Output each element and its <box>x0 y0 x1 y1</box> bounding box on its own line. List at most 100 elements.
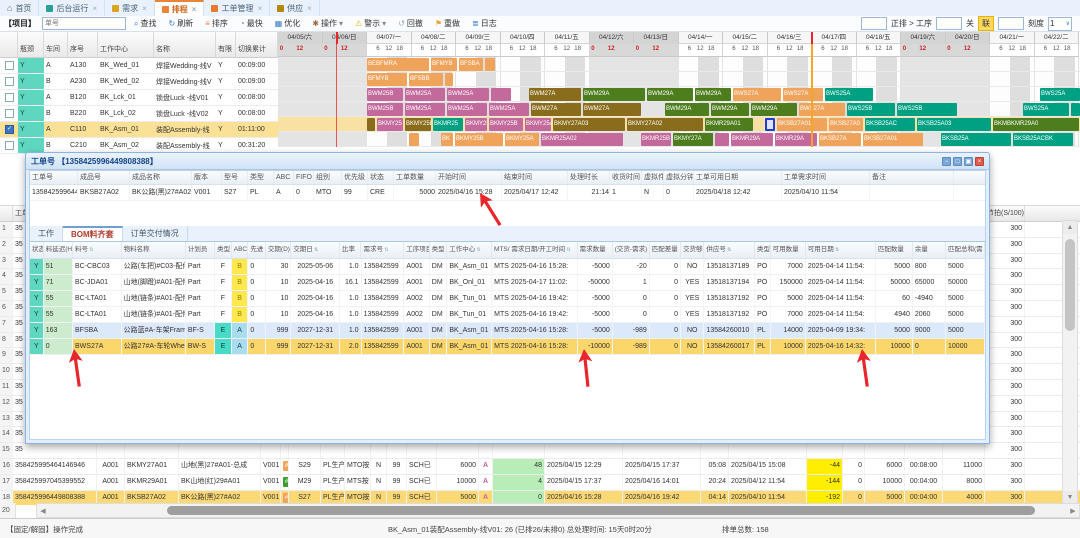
tab-供应[interactable]: 供应× <box>270 0 320 16</box>
link-toggle[interactable]: 联 <box>978 16 994 31</box>
gantt-bar[interactable]: BFSBA <box>459 58 483 71</box>
vertical-scroll-thumb[interactable] <box>1065 239 1075 331</box>
gantt-bar[interactable]: BKMY25 <box>377 118 403 131</box>
gantt-bar[interactable]: BWS25B <box>897 103 957 116</box>
horizontal-scroll-thumb[interactable] <box>167 506 1035 515</box>
gantt-bar[interactable]: BKSB27A0 <box>829 118 863 131</box>
gantt-bar[interactable] <box>1071 103 1080 116</box>
gantt-bar[interactable]: BFSBB <box>409 73 443 86</box>
bom-row[interactable]: Y55BC-LTA01山地(链条)#A01-配件PartFB0102025-04… <box>30 291 985 307</box>
restore-icon[interactable]: □ <box>953 157 962 166</box>
gantt-bar[interactable]: BKMY25A <box>505 133 539 146</box>
resource-row[interactable]: YBA230BK_Wed_02焊接Wedding-线VY00:09:00 <box>0 74 278 90</box>
horizontal-scrollbar[interactable]: ◀ ▶ <box>36 503 1080 518</box>
scale-select[interactable]: 1 ∨ <box>1048 17 1072 31</box>
gantt-bar[interactable]: BWM25B <box>367 103 403 116</box>
scroll-left-icon[interactable]: ◀ <box>37 507 49 515</box>
tab-后台运行[interactable]: 后台运行× <box>39 0 105 16</box>
gantt-bar[interactable]: BKMY27A03 <box>553 118 625 131</box>
gantt-bar[interactable]: BWS25A <box>825 88 873 101</box>
gantt-bar[interactable]: BKSB27A01 <box>777 118 827 131</box>
sort-icon[interactable]: ⇅ <box>475 247 481 253</box>
gantt-bar[interactable]: BWM27A <box>529 88 581 101</box>
bom-row[interactable]: Y51BC-CBC03公路(车把)#C03-配件PartFB0302025-05… <box>30 259 985 275</box>
警示-button[interactable]: ⚠警示▾ <box>353 18 388 29</box>
scale-input[interactable] <box>998 17 1024 30</box>
close-icon[interactable]: × <box>92 4 97 13</box>
bom-row[interactable]: Y0BWS27A公路27#A-车轮WheBW-SEA09992027-12-31… <box>30 339 985 355</box>
最快-button[interactable]: ◔最快 <box>238 18 265 29</box>
popup-title-bar[interactable]: 工单号 【1358425996449808388】 −□▣× <box>26 153 989 170</box>
row-checkbox[interactable] <box>5 141 14 150</box>
gantt-bar[interactable] <box>367 118 375 131</box>
刷新-button[interactable]: ↻刷新 <box>166 18 195 29</box>
gantt-bar[interactable]: BKMY25A0 <box>525 118 551 131</box>
close-icon[interactable]: × <box>142 4 147 13</box>
gantt-bar[interactable]: BKMY27A02 <box>627 118 703 131</box>
gantt-bar[interactable]: BKSB25ACBK <box>1013 133 1073 146</box>
gantt-bar[interactable]: BWM29A <box>711 103 749 116</box>
close-icon[interactable]: × <box>257 4 262 13</box>
gantt-bar[interactable]: BWS27A <box>783 88 823 101</box>
gantt-bar[interactable]: BKSB25AC <box>865 118 915 131</box>
gantt-bar[interactable]: BKMR25 <box>433 118 463 131</box>
gantt-bar[interactable]: BKMR25A02 <box>541 133 623 146</box>
gantt-bar[interactable]: BKMY25B <box>455 133 503 146</box>
tab-需求[interactable]: 需求× <box>105 0 155 16</box>
gantt-bar[interactable] <box>445 73 453 86</box>
日志-button[interactable]: ≣日志 <box>470 18 499 29</box>
gantt-bar[interactable]: BWM29A <box>583 88 645 101</box>
row-checkbox[interactable] <box>5 77 14 86</box>
gantt-bar[interactable]: BWM25A <box>447 88 489 101</box>
table-row[interactable]: 1535300 <box>0 443 1080 459</box>
gantt-bar[interactable]: BKSB25A <box>941 133 1011 146</box>
off-toggle[interactable]: 关 <box>966 18 974 29</box>
排序-button[interactable]: ≡排序 <box>203 18 230 29</box>
gantt-bar[interactable]: BKMY25B0 <box>405 118 431 131</box>
bom-row[interactable]: Y55BC-LTA01山地(链条)#A01-配件PartFB0102025-04… <box>30 307 985 323</box>
sort-icon[interactable]: ⇅ <box>726 247 732 253</box>
gantt-bar[interactable]: BWS27A <box>733 88 781 101</box>
gantt-bar[interactable]: BWS25A <box>1040 88 1080 101</box>
bom-row[interactable]: Y163BFSBA公路蓝#A-车架FramBF-SEA09992027-12-3… <box>30 323 985 339</box>
gantt-bar[interactable]: BWM25A <box>447 103 487 116</box>
scroll-up-icon[interactable]: ▲ <box>1063 221 1077 234</box>
gantt-bar[interactable] <box>409 133 419 146</box>
重做-button[interactable]: ⚑重做 <box>433 18 462 29</box>
gantt-bar[interactable]: BWM29A <box>695 88 731 101</box>
gantt-bar[interactable]: BWS25A <box>1023 103 1069 116</box>
close-icon[interactable]: × <box>192 5 197 14</box>
gantt-bar[interactable]: BEBFMRA <box>367 58 429 71</box>
gantt-bar[interactable]: BKMY25 <box>465 118 487 131</box>
tab-BOM料齐套[interactable]: BOM料齐套 <box>63 226 123 241</box>
tab-订单交付情况[interactable]: 订单交付情况 <box>123 226 188 241</box>
table-row[interactable]: 17358425997045399552A001BKMR29A01BK山地(红)… <box>0 475 1080 491</box>
minimize-icon[interactable]: − <box>942 157 951 166</box>
bom-row[interactable]: Y71BC-JDA01山地(脚蹬)#A01-配件PartFB0102025-04… <box>30 275 985 291</box>
row-checkbox[interactable] <box>5 61 14 70</box>
resource-row[interactable]: YBB220BK_Lck_02锁盘Luck -线V02Y00:08:00 <box>0 106 278 122</box>
gantt-bar[interactable] <box>485 58 495 71</box>
resource-row[interactable]: ✓YAC110BK_Asm_01装配Assembly-线Y01:11:00 <box>0 122 278 138</box>
tab-排程[interactable]: 排程× <box>155 0 205 16</box>
forward-input[interactable] <box>861 17 887 30</box>
resource-row[interactable]: YAA130BK_Wed_01焊接Wedding-线VY00:09:00 <box>0 58 278 74</box>
tab-工单管理[interactable]: 工单管理× <box>204 0 270 16</box>
gantt-bar[interactable]: BWM29A <box>665 103 709 116</box>
gantt-bar[interactable]: BFMYB <box>431 58 457 71</box>
gantt-bar[interactable]: BKSB27A <box>819 133 861 146</box>
gantt-bar[interactable]: BKMR29A <box>731 133 773 146</box>
gantt-bar[interactable]: BWS27A <box>799 103 845 116</box>
tab-工作[interactable]: 工作 <box>30 226 63 241</box>
gantt-bar[interactable]: BWM25A <box>405 103 445 116</box>
gantt-bar[interactable]: BWM25A <box>489 103 529 116</box>
detail-value-row[interactable]: 1358425996449808388BKSB27A02BK公路(黑)27#A0… <box>30 185 985 201</box>
row-checkbox[interactable] <box>5 93 14 102</box>
row-checkbox[interactable]: ✓ <box>5 125 14 134</box>
gantt-bar[interactable]: BWM27A <box>583 103 641 116</box>
gantt-bar[interactable]: BFMYB <box>367 73 407 86</box>
order-search-input[interactable] <box>42 17 126 30</box>
scroll-right-icon[interactable]: ▶ <box>1067 507 1079 515</box>
vertical-scrollbar[interactable]: ▲ ▼ <box>1062 220 1078 505</box>
gantt-bar[interactable] <box>491 88 511 101</box>
